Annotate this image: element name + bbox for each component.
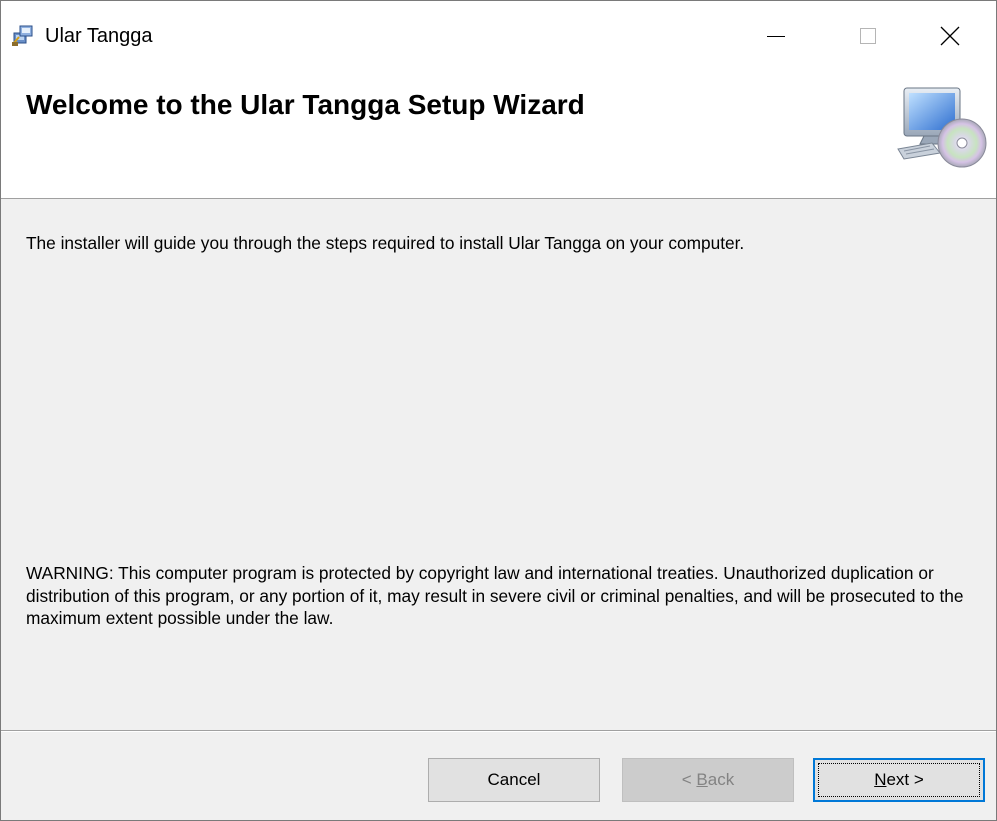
wizard-header-banner: Welcome to the Ular Tangga Setup Wizard <box>1 71 996 199</box>
wizard-body: The installer will guide you through the… <box>1 199 996 730</box>
cancel-button[interactable]: Cancel <box>428 758 600 802</box>
installer-app-icon <box>12 25 33 46</box>
close-button[interactable] <box>904 1 996 71</box>
close-icon <box>940 26 960 46</box>
setup-wizard-window: Ular Tangga Welcome to the Ular Tangga S… <box>0 0 997 821</box>
back-button[interactable]: < Back <box>622 758 794 802</box>
window-title: Ular Tangga <box>45 25 153 47</box>
minimize-icon <box>767 35 785 37</box>
maximize-icon <box>860 28 876 44</box>
minimize-button[interactable] <box>730 1 822 71</box>
next-button-focus-rect: Next > <box>818 763 980 797</box>
computer-cd-icon <box>897 87 987 168</box>
next-button[interactable]: Next > <box>813 758 985 802</box>
maximize-button[interactable] <box>822 1 914 71</box>
intro-text: The installer will guide you through the… <box>26 233 745 253</box>
page-title: Welcome to the Ular Tangga Setup Wizard <box>26 89 585 120</box>
title-bar[interactable]: Ular Tangga <box>1 1 996 71</box>
next-button-label: Next > <box>874 770 924 789</box>
copyright-warning-text: WARNING: This computer program is protec… <box>26 563 964 628</box>
button-separator <box>1 730 996 732</box>
cancel-button-label: Cancel <box>487 770 541 789</box>
back-button-label: < Back <box>681 770 735 789</box>
